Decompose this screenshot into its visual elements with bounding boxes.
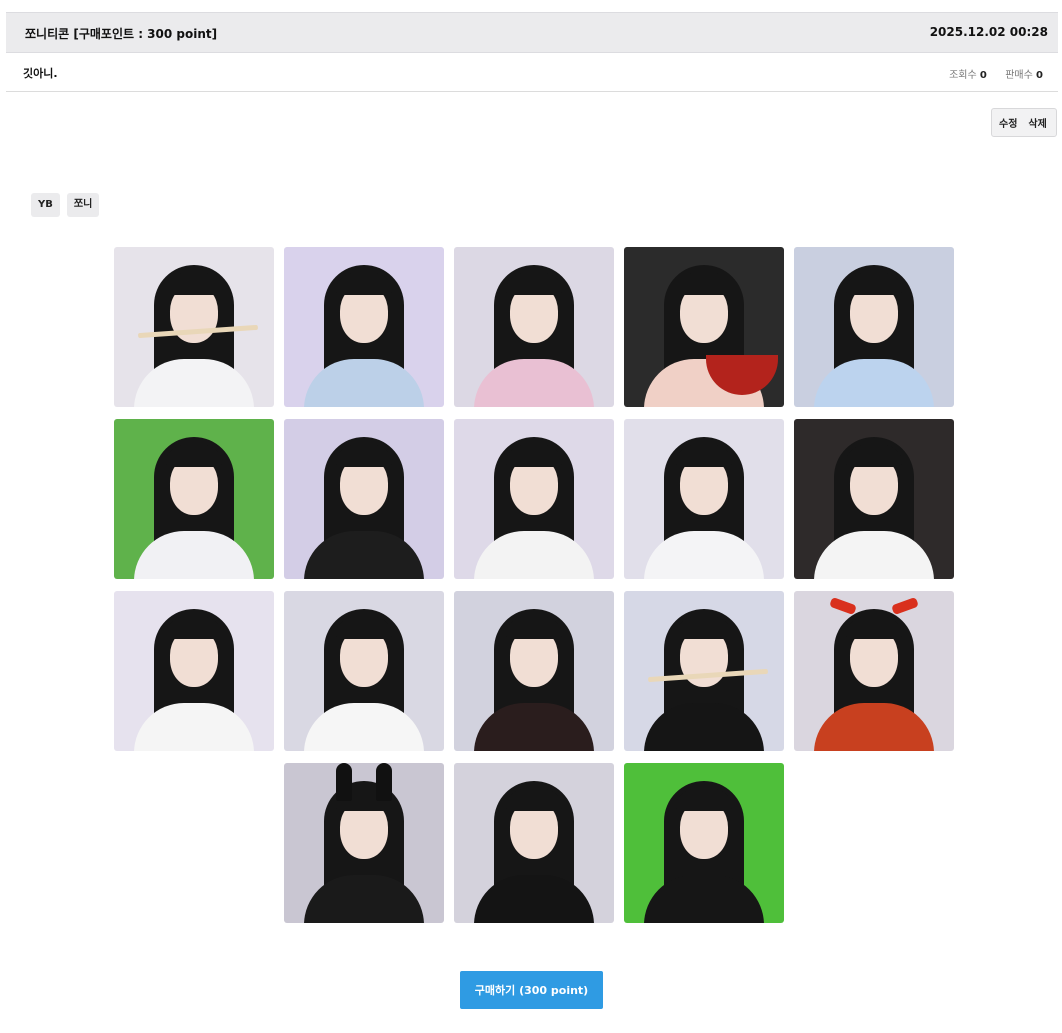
gallery-thumbnail[interactable] bbox=[624, 247, 784, 407]
gallery-thumbnail[interactable] bbox=[624, 763, 784, 923]
post-header: 쪼니티콘 [구매포인트 : 300 point] 2025.12.02 00:2… bbox=[6, 12, 1058, 53]
gallery-thumbnail[interactable] bbox=[454, 419, 614, 579]
gallery-thumbnail[interactable] bbox=[454, 763, 614, 923]
gallery-thumbnail[interactable] bbox=[114, 591, 274, 751]
sales-label: 판매수 bbox=[1005, 70, 1033, 81]
gallery-thumbnail[interactable] bbox=[114, 247, 274, 407]
gallery-thumbnail[interactable] bbox=[794, 419, 954, 579]
gallery-thumbnail[interactable] bbox=[624, 591, 784, 751]
gallery-thumbnail[interactable] bbox=[454, 591, 614, 751]
post-datetime: 2025.12.02 00:28 bbox=[929, 25, 1048, 39]
gallery-thumbnail[interactable] bbox=[794, 247, 954, 407]
gallery-thumbnail[interactable] bbox=[284, 591, 444, 751]
gallery-thumbnail[interactable] bbox=[114, 419, 274, 579]
gallery-thumbnail[interactable] bbox=[454, 247, 614, 407]
tag-yb[interactable]: YB bbox=[31, 193, 60, 217]
post-subtitle: 깃아니. bbox=[23, 67, 58, 80]
post-stats: 조회수 0 판매수 0 bbox=[949, 66, 1043, 81]
tag-list: YB 쪼니 bbox=[31, 193, 100, 217]
views-label: 조회수 bbox=[949, 70, 977, 81]
tag-jjoni[interactable]: 쪼니 bbox=[66, 193, 100, 217]
views-count: 0 bbox=[979, 70, 987, 81]
sales-count: 0 bbox=[1036, 70, 1043, 81]
gallery-thumbnail[interactable] bbox=[284, 763, 444, 923]
gallery-thumbnail[interactable] bbox=[624, 419, 784, 579]
post-actions: 수정 삭제 bbox=[991, 108, 1057, 137]
gallery-thumbnail[interactable] bbox=[284, 247, 444, 407]
gallery-thumbnail[interactable] bbox=[284, 419, 444, 579]
buy-button[interactable]: 구매하기 (300 point) bbox=[460, 971, 603, 1009]
post-info-row: 깃아니. 조회수 0 판매수 0 bbox=[6, 53, 1058, 92]
gallery-thumbnail[interactable] bbox=[794, 591, 954, 751]
delete-button[interactable]: 삭제 bbox=[1017, 115, 1046, 130]
edit-button[interactable]: 수정 bbox=[992, 115, 1017, 130]
post-title: 쪼니티콘 [구매포인트 : 300 point] bbox=[25, 27, 218, 41]
